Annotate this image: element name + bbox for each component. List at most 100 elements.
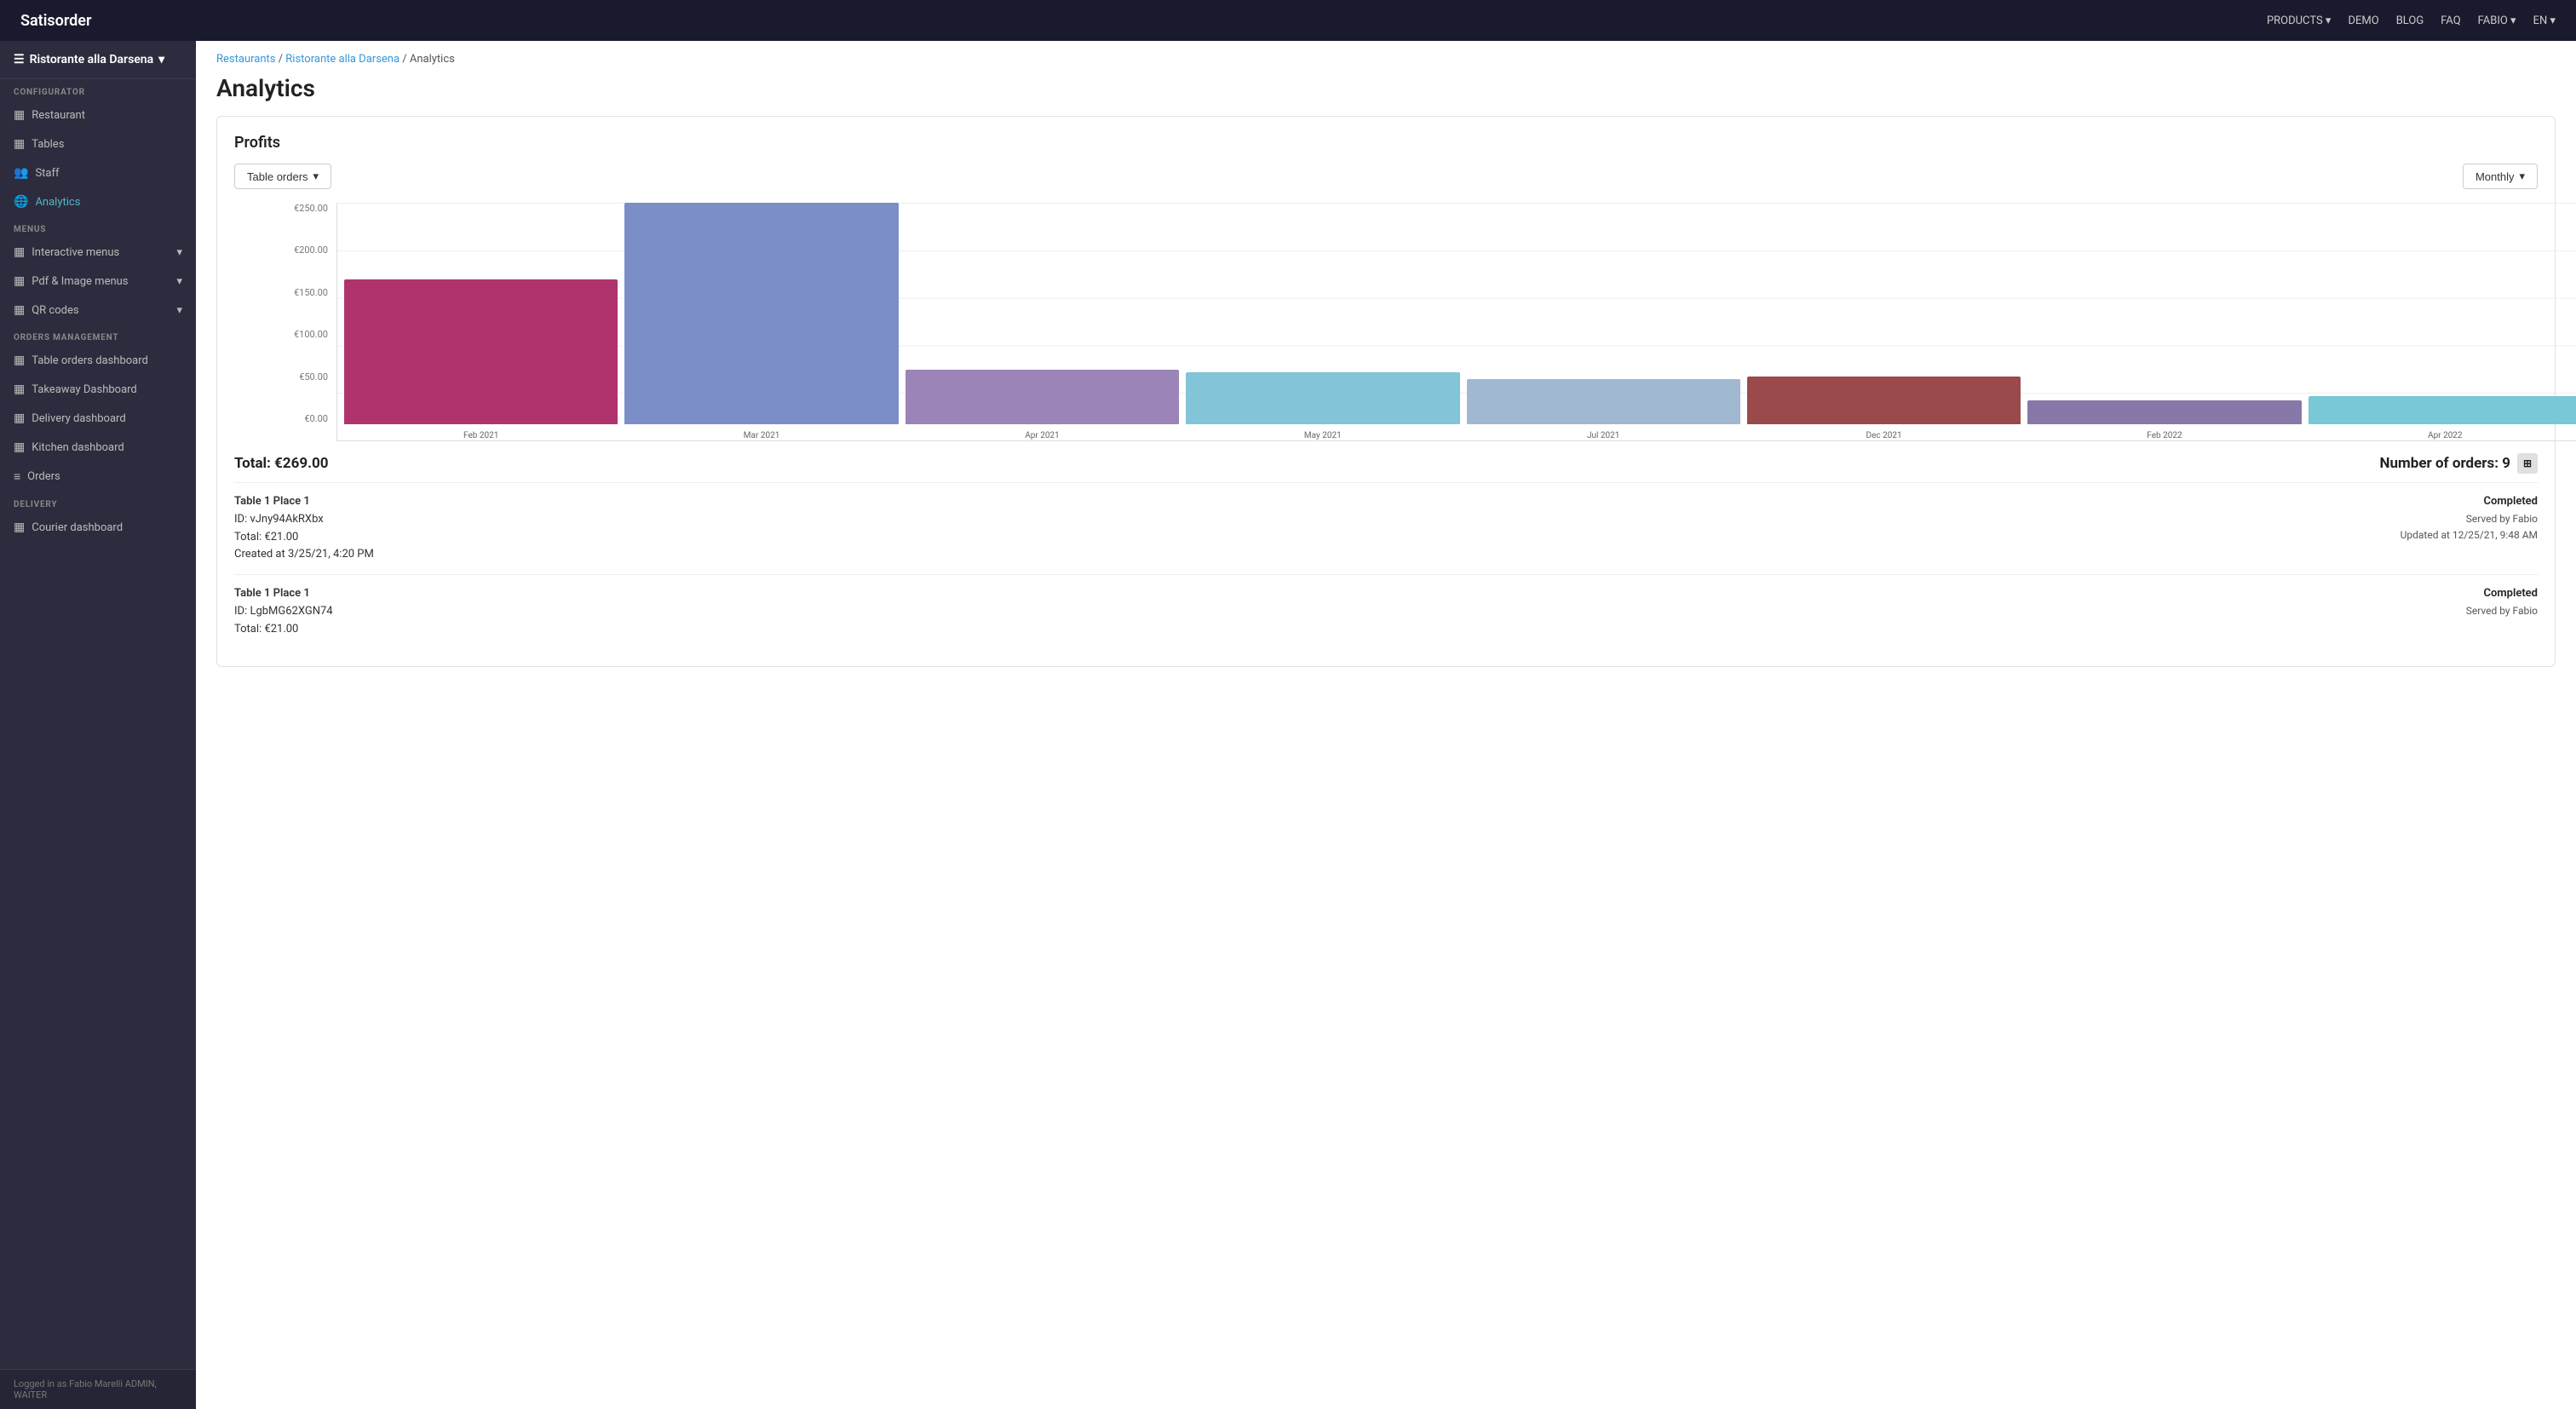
- breadcrumb-restaurant-name[interactable]: Ristorante alla Darsena: [285, 53, 400, 66]
- section-delivery: DELIVERY: [0, 492, 196, 513]
- breadcrumb-current: Analytics: [410, 53, 455, 66]
- sidebar-item-restaurant[interactable]: ▦ Restaurant: [0, 101, 196, 129]
- order-served-1: Served by Fabio: [2466, 603, 2538, 619]
- nav-links: PRODUCTS ▾ DEMO BLOG FAQ FABIO ▾ EN ▾: [2267, 14, 2556, 27]
- chevron-icon: ▾: [176, 246, 182, 259]
- order-created-0: Created at 3/25/21, 4:20 PM: [234, 546, 374, 564]
- table-row: Table 1 Place 1 ID: LgbMG62XGN74 Total: …: [234, 574, 2538, 648]
- sidebar-label-tables: Tables: [32, 138, 64, 151]
- sidebar-label-orders: Orders: [27, 470, 60, 483]
- sidebar-item-delivery[interactable]: ▦ Delivery dashboard: [0, 404, 196, 433]
- main-content: Restaurants / Ristorante alla Darsena / …: [196, 41, 2576, 1409]
- bar-0: [344, 279, 618, 424]
- sidebar-label-interactive-menus: Interactive menus: [32, 246, 119, 259]
- filter-chevron: ▾: [313, 170, 319, 183]
- chevron-icon2: ▾: [176, 275, 182, 288]
- top-navigation: Satisorder PRODUCTS ▾ DEMO BLOG FAQ FABI…: [0, 0, 2576, 41]
- sidebar-label-staff: Staff: [35, 167, 59, 180]
- sidebar: ☰ Ristorante alla Darsena ▾ CONFIGURATOR…: [0, 41, 196, 1409]
- nav-products[interactable]: PRODUCTS ▾: [2267, 14, 2332, 27]
- restaurant-selector[interactable]: ☰ Ristorante alla Darsena ▾: [0, 41, 196, 79]
- nav-fabio[interactable]: FABIO ▾: [2478, 14, 2516, 27]
- sidebar-label-restaurant: Restaurant: [32, 109, 85, 122]
- orders-count: Number of orders: 9 ⊞: [2380, 453, 2538, 474]
- sidebar-item-qr-codes[interactable]: ▦ QR codes ▾: [0, 296, 196, 325]
- sidebar-item-interactive-menus[interactable]: ▦ Interactive menus ▾: [0, 238, 196, 267]
- order-status-0: Completed: [2401, 493, 2538, 511]
- sidebar-item-orders[interactable]: ≡ Orders: [0, 462, 196, 492]
- kitchen-icon: ▦: [14, 440, 25, 454]
- sidebar-item-pdf-menus[interactable]: ▦ Pdf & Image menus ▾: [0, 267, 196, 296]
- period-label: Monthly: [2475, 170, 2515, 183]
- chevron-down-icon: ▾: [158, 53, 164, 66]
- breadcrumb-restaurants[interactable]: Restaurants: [216, 53, 275, 66]
- profits-card: Profits Table orders ▾ Monthly ▾: [216, 116, 2556, 667]
- order-title-1: Table 1 Place 1: [234, 585, 333, 603]
- sidebar-item-analytics[interactable]: 🌐 Analytics: [0, 187, 196, 216]
- tables-icon: ▦: [14, 137, 25, 151]
- bar-label-1: Mar 2021: [744, 431, 780, 440]
- section-menus: MENUS: [0, 216, 196, 238]
- takeaway-icon: ▦: [14, 382, 25, 396]
- filter-dropdown[interactable]: Table orders ▾: [234, 164, 331, 189]
- sidebar-label-qr-codes: QR codes: [32, 304, 78, 317]
- bar-group-0: Feb 2021: [344, 203, 618, 440]
- layout: ☰ Ristorante alla Darsena ▾ CONFIGURATOR…: [0, 41, 2576, 1409]
- restaurant-name: Ristorante alla Darsena: [30, 53, 154, 66]
- order-total-1: Total: €21.00: [234, 621, 333, 639]
- bar-3: [1186, 372, 1459, 424]
- order-total-0: Total: €21.00: [234, 529, 374, 547]
- chart-wrapper: €250.00 €200.00 €150.00 €100.00 €50.00 €…: [285, 203, 2576, 441]
- nav-language[interactable]: EN ▾: [2533, 14, 2556, 27]
- nav-blog[interactable]: BLOG: [2396, 14, 2424, 27]
- export-button[interactable]: ⊞: [2517, 453, 2538, 474]
- bar-label-0: Feb 2021: [463, 431, 498, 440]
- bar-7: [2309, 396, 2576, 424]
- bar-group-3: May 2021: [1186, 203, 1459, 440]
- bar-label-7: Apr 2022: [2428, 431, 2463, 440]
- bar-6: [2027, 400, 2301, 424]
- table-orders-icon: ▦: [14, 354, 25, 367]
- sidebar-item-staff[interactable]: 👥 Staff: [0, 158, 196, 187]
- period-dropdown[interactable]: Monthly ▾: [2463, 164, 2538, 189]
- brand-logo[interactable]: Satisorder: [20, 12, 91, 30]
- breadcrumb-separator2: /: [402, 53, 410, 66]
- sidebar-label-pdf-menus: Pdf & Image menus: [32, 275, 128, 288]
- order-status-1: Completed: [2466, 585, 2538, 603]
- section-orders: ORDERS MANAGEMENT: [0, 325, 196, 346]
- courier-icon: ▦: [14, 520, 25, 534]
- bar-label-4: Jul 2021: [1587, 431, 1619, 440]
- sidebar-label-table-orders: Table orders dashboard: [32, 354, 148, 367]
- content-area: Profits Table orders ▾ Monthly ▾: [196, 116, 2576, 704]
- order-id-1: ID: LgbMG62XGN74: [234, 603, 333, 621]
- bar-label-2: Apr 2021: [1025, 431, 1060, 440]
- bar-1: [624, 203, 898, 424]
- order-right-1: Completed Served by Fabio: [2466, 585, 2538, 619]
- sidebar-item-table-orders[interactable]: ▦ Table orders dashboard: [0, 346, 196, 375]
- bar-label-3: May 2021: [1304, 431, 1342, 440]
- sidebar-item-courier[interactable]: ▦ Courier dashboard: [0, 513, 196, 542]
- period-chevron: ▾: [2519, 170, 2525, 183]
- orders-count-label: Number of orders: 9: [2380, 455, 2510, 472]
- sidebar-label-courier: Courier dashboard: [32, 521, 123, 534]
- sidebar-label-kitchen: Kitchen dashboard: [32, 441, 124, 454]
- sidebar-label-delivery: Delivery dashboard: [32, 412, 125, 425]
- order-updated-0: Updated at 12/25/21, 9:48 AM: [2401, 527, 2538, 543]
- total-label: Total: €269.00: [234, 455, 329, 472]
- breadcrumb-separator1: /: [279, 53, 286, 66]
- bar-group-2: Apr 2021: [906, 203, 1179, 440]
- orders-list: Table 1 Place 1 ID: vJny94AkRXbx Total: …: [234, 482, 2538, 649]
- nav-faq[interactable]: FAQ: [2441, 14, 2460, 27]
- bar-group-1: Mar 2021: [624, 203, 898, 440]
- sidebar-item-takeaway[interactable]: ▦ Takeaway Dashboard: [0, 375, 196, 404]
- chart-controls: Table orders ▾ Monthly ▾: [234, 164, 2538, 189]
- sidebar-item-kitchen[interactable]: ▦ Kitchen dashboard: [0, 433, 196, 462]
- hamburger-icon: ☰: [14, 53, 25, 66]
- interactive-menus-icon: ▦: [14, 245, 25, 259]
- sidebar-label-analytics: Analytics: [35, 196, 80, 209]
- nav-demo[interactable]: DEMO: [2348, 14, 2378, 27]
- order-left-0: Table 1 Place 1 ID: vJny94AkRXbx Total: …: [234, 493, 374, 564]
- analytics-icon: 🌐: [14, 195, 28, 209]
- bar-label-6: Feb 2022: [2147, 431, 2182, 440]
- sidebar-item-tables[interactable]: ▦ Tables: [0, 129, 196, 158]
